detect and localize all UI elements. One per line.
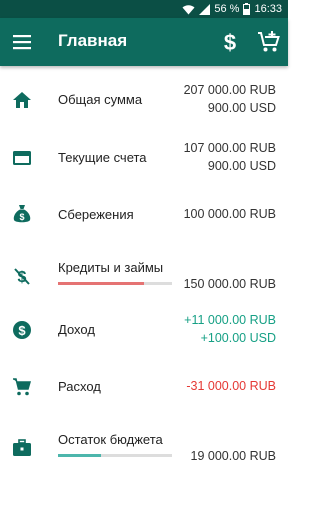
list-item-savings[interactable]: $ Сбережения 100 000.00 RUB	[0, 196, 288, 236]
row-label: Расход	[58, 379, 101, 394]
svg-text:$: $	[224, 30, 236, 55]
list-item-current-accounts[interactable]: Текущие счета 107 000.00 RUB 900.00 USD	[0, 138, 288, 178]
app-bar: Главная $	[0, 18, 288, 66]
row-label: Доход	[58, 322, 95, 337]
row-value-rub: 207 000.00 RUB	[183, 83, 276, 97]
row-value-usd: 900.00 USD	[207, 101, 276, 115]
row-label: Общая сумма	[58, 92, 143, 107]
row-value-usd: 900.00 USD	[207, 159, 276, 173]
row-label: Текущие счета	[58, 150, 147, 165]
row-label: Кредиты и займы	[58, 260, 164, 275]
add-to-cart-icon[interactable]	[257, 30, 281, 54]
money-off-icon: $	[14, 268, 30, 286]
row-value-rub: 107 000.00 RUB	[183, 141, 276, 155]
battery-icon	[243, 3, 251, 15]
list-item-credits-loans[interactable]: $ Кредиты и займы 150 000.00 RUB	[0, 252, 288, 300]
row-value-rub: 150 000.00 RUB	[183, 277, 276, 291]
briefcase-icon	[13, 439, 31, 456]
dollar-circle-icon: $	[13, 321, 31, 339]
page-title: Главная	[58, 31, 128, 50]
wifi-icon	[182, 4, 195, 14]
dollar-icon[interactable]: $	[219, 29, 241, 55]
shopping-cart-icon	[13, 378, 31, 396]
home-icon	[13, 92, 31, 108]
money-bag-icon: $	[13, 205, 31, 223]
svg-text:$: $	[18, 323, 26, 338]
row-value-rub: -31 000.00 RUB	[186, 379, 276, 393]
row-value-usd: +100.00 USD	[200, 331, 276, 345]
status-bar: 56 % 16:33	[0, 0, 288, 18]
row-label: Остаток бюджета	[58, 432, 163, 447]
row-value-rub: 19 000.00 RUB	[190, 449, 276, 463]
credit-progress-fill	[58, 282, 144, 285]
budget-progress-bar	[58, 454, 172, 457]
svg-text:$: $	[19, 212, 24, 222]
list-item-budget-remainder[interactable]: Остаток бюджета 19 000.00 RUB	[0, 424, 288, 472]
budget-progress-fill	[58, 454, 102, 457]
credit-card-icon	[13, 151, 31, 165]
row-value-rub: +11 000.00 RUB	[184, 313, 276, 327]
row-label: Сбережения	[58, 207, 134, 222]
credit-progress-bar	[58, 282, 172, 285]
row-value-rub: 100 000.00 RUB	[183, 207, 276, 221]
list-item-expense[interactable]: Расход -31 000.00 RUB	[0, 367, 288, 407]
signal-icon	[199, 3, 211, 15]
list-item-total[interactable]: Общая сумма 207 000.00 RUB 900.00 USD	[0, 80, 288, 120]
clock: 16:33	[254, 3, 282, 15]
list-item-income[interactable]: $ Доход +11 000.00 RUB +100.00 USD	[0, 310, 288, 350]
battery-percent: 56 %	[214, 3, 240, 15]
hamburger-menu-icon[interactable]	[13, 33, 31, 51]
